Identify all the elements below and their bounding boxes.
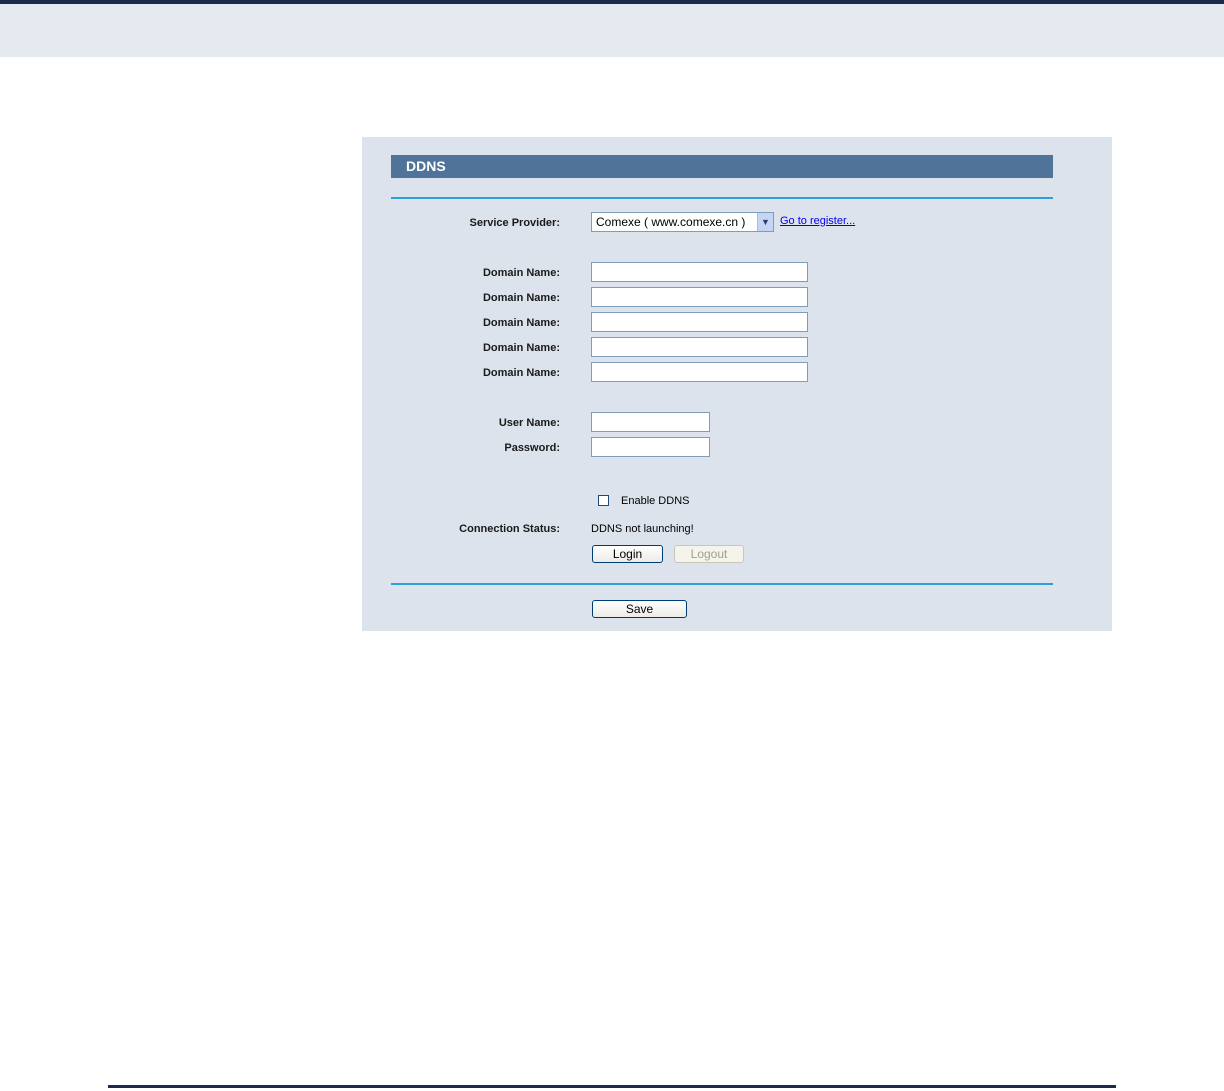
register-link[interactable]: Go to register...	[780, 215, 855, 227]
password-label: Password:	[504, 442, 560, 454]
domain-name-label: Domain Name:	[482, 292, 560, 304]
section-title: DDNS	[391, 155, 1053, 178]
service-provider-label: Service Provider:	[469, 217, 561, 229]
domain-name-field-4[interactable]	[591, 337, 808, 357]
domain-name-label: Domain Name:	[482, 267, 560, 279]
top-banner	[0, 0, 1224, 57]
logout-button[interactable]: Logout	[674, 545, 744, 563]
login-button[interactable]: Login	[592, 545, 663, 563]
connection-status-label: Connection Status:	[459, 523, 560, 535]
domain-name-field-5[interactable]	[591, 362, 808, 382]
domain-name-label: Domain Name:	[482, 342, 560, 354]
divider-bottom	[391, 583, 1053, 585]
username-field[interactable]	[591, 412, 710, 432]
domain-name-field-1[interactable]	[591, 262, 808, 282]
password-field[interactable]	[591, 437, 710, 457]
username-label: User Name:	[498, 417, 560, 429]
domain-name-field-3[interactable]	[591, 312, 808, 332]
enable-ddns-checkbox[interactable]	[598, 495, 609, 506]
divider-top	[391, 197, 1053, 199]
page-footer-rule	[108, 1085, 1116, 1088]
enable-ddns-label: Enable DDNS	[621, 495, 690, 507]
domain-name-field-2[interactable]	[591, 287, 808, 307]
save-button[interactable]: Save	[592, 600, 687, 618]
chevron-down-icon[interactable]: ▼	[757, 213, 773, 231]
service-provider-value: Comexe ( www.comexe.cn )	[596, 215, 746, 229]
service-provider-select[interactable]: Comexe ( www.comexe.cn ) ▼	[591, 212, 774, 232]
domain-name-label: Domain Name:	[482, 317, 560, 329]
domain-name-label: Domain Name:	[482, 367, 560, 379]
connection-status-value: DDNS not launching!	[591, 523, 694, 535]
ddns-panel: DDNS Service Provider: Comexe ( www.come…	[362, 137, 1112, 631]
